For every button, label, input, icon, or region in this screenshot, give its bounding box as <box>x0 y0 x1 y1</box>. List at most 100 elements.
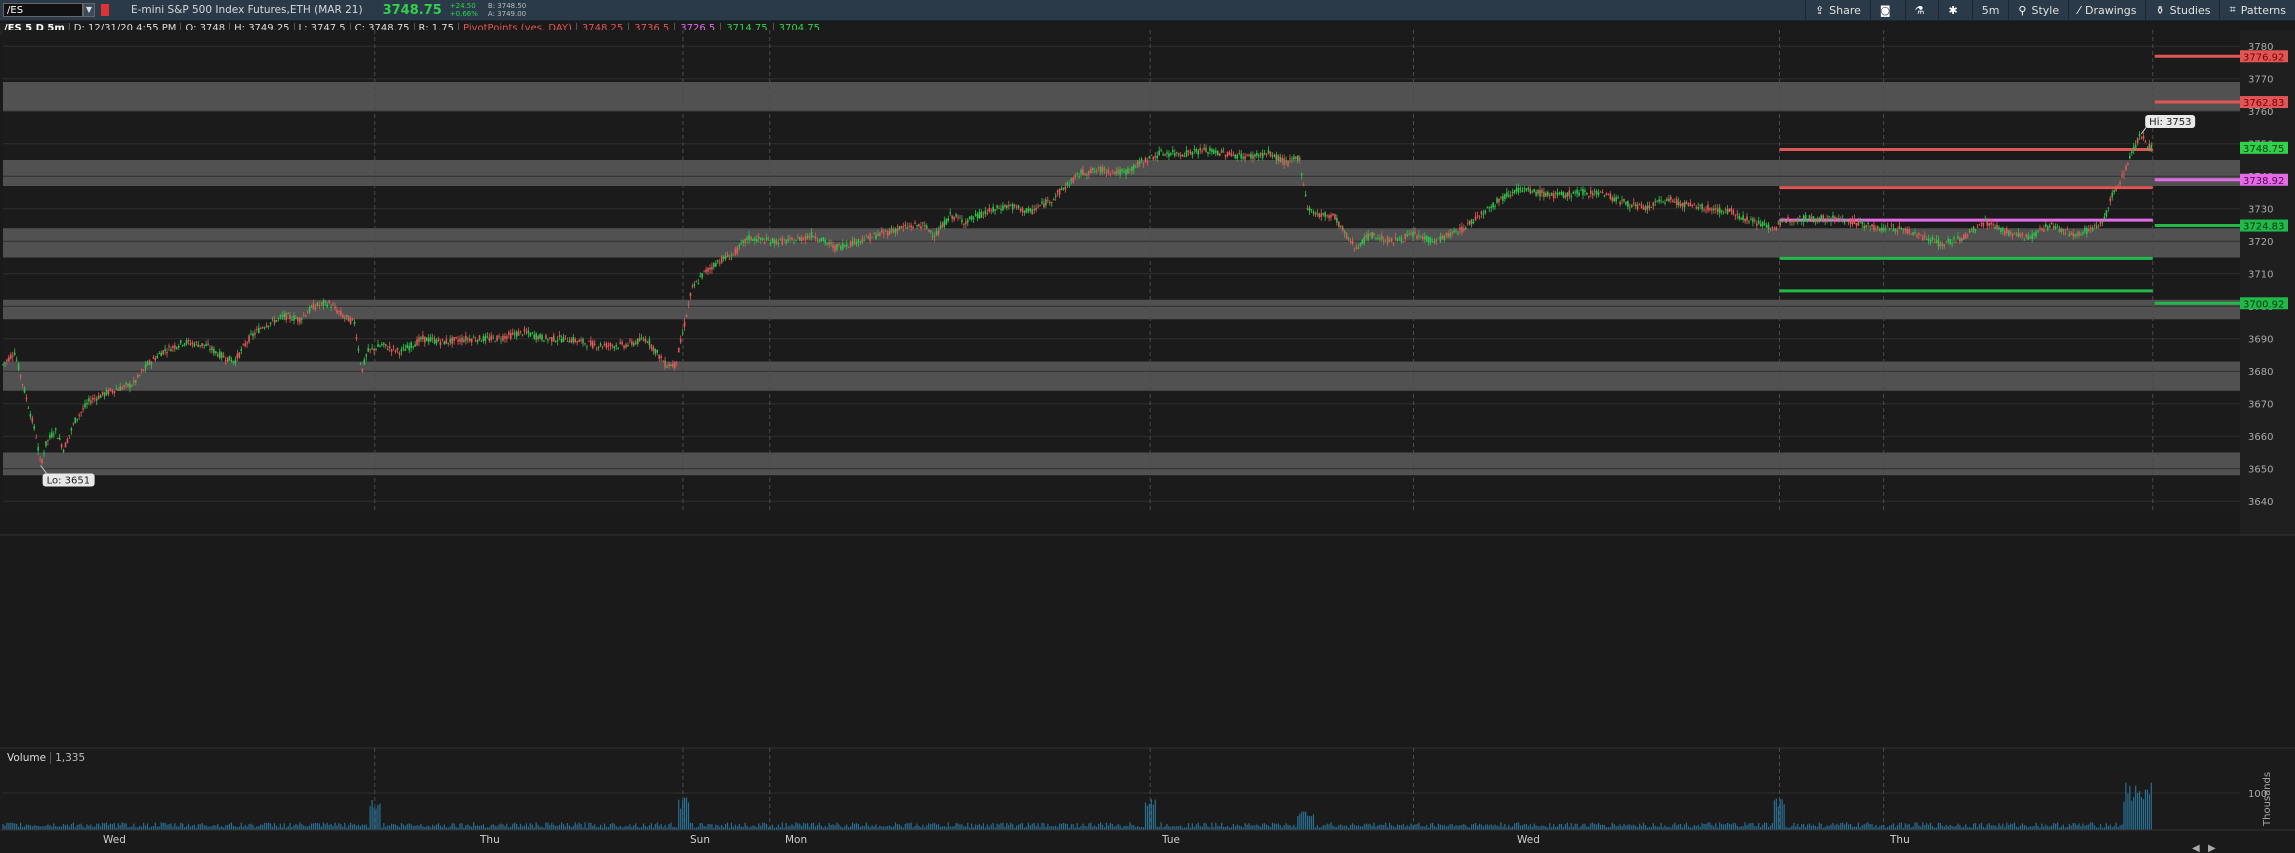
candle-body <box>1498 198 1500 203</box>
candle-body <box>1090 168 1092 173</box>
candle-body <box>1396 237 1399 241</box>
candle-body <box>1136 161 1139 167</box>
candle-body <box>1711 208 1713 211</box>
candle-body <box>1988 223 1991 226</box>
candle-body <box>66 439 69 443</box>
candle-body <box>1699 204 1701 206</box>
candle-body <box>2013 232 2016 234</box>
candle-body <box>207 343 209 345</box>
candle-body <box>6 359 8 362</box>
candle-body <box>500 339 502 341</box>
candle-body <box>302 315 305 316</box>
candle-body <box>328 300 330 304</box>
candle-body <box>2148 143 2151 151</box>
candle-body <box>1195 149 1198 152</box>
candle-body <box>841 243 844 249</box>
candle-body <box>1517 187 1520 193</box>
candle-body <box>1381 235 1383 240</box>
candle-body <box>1791 219 1793 222</box>
candle-body <box>414 344 416 347</box>
candle-body <box>1568 190 1571 196</box>
candle-body <box>611 345 614 347</box>
candle-body <box>746 237 748 240</box>
candle-body <box>74 417 77 424</box>
candle-body <box>1119 169 1121 176</box>
candle-body <box>576 341 578 343</box>
candle-body <box>267 325 270 327</box>
candle-body <box>924 224 926 227</box>
candle-body <box>453 337 455 341</box>
candle-body <box>1652 202 1655 207</box>
candle-body <box>711 266 713 270</box>
candle-body <box>258 327 260 334</box>
candle-body <box>1373 233 1375 236</box>
candle-body <box>689 292 692 297</box>
candle-body <box>1418 235 1420 236</box>
candle-body <box>465 335 467 341</box>
candle-body <box>2117 187 2119 188</box>
candle-body <box>213 348 215 354</box>
candle-body <box>2041 228 2043 230</box>
candle-body <box>1824 220 1826 222</box>
candle-body <box>64 442 67 448</box>
candle-body <box>60 444 63 448</box>
candle-body <box>1705 210 1707 212</box>
candle-body <box>1773 228 1776 230</box>
candle-body <box>1646 205 1649 210</box>
candle-body <box>1527 187 1530 190</box>
candle-body <box>1049 201 1051 204</box>
candle-body <box>1062 187 1065 190</box>
candle-body <box>246 342 248 344</box>
candle-body <box>1209 147 1211 151</box>
candle-body <box>820 238 823 242</box>
candle-body <box>896 228 899 232</box>
candle-body <box>558 335 561 337</box>
candle-body <box>203 344 205 346</box>
candle-body <box>832 244 834 248</box>
candle-body <box>322 301 325 306</box>
candle-body <box>980 211 983 218</box>
price-chart[interactable]: 3640365036603670368036903700371037203730… <box>0 0 2295 853</box>
candle-body <box>506 336 508 339</box>
candle-body <box>1453 230 1455 232</box>
candle-body <box>722 256 725 259</box>
candle-body <box>1838 218 1840 219</box>
candle-body <box>1672 200 1674 202</box>
candle-body <box>1636 204 1639 210</box>
candle-body <box>1240 153 1243 159</box>
candle-body <box>1869 225 1871 228</box>
x-day-label: Thu <box>479 834 500 846</box>
candle-body <box>779 238 782 240</box>
candle-body <box>1015 206 1018 208</box>
candle-body <box>314 306 317 309</box>
candle-body <box>1845 218 1848 220</box>
candle-body <box>1154 155 1157 158</box>
candle-body <box>1025 208 1028 213</box>
candle-body <box>701 273 703 278</box>
pivot-price-tag-label: 3738.92 <box>2243 176 2284 187</box>
candle-body <box>580 339 582 341</box>
candle-body <box>1271 155 1274 157</box>
candle-body <box>869 233 871 241</box>
candle-body <box>849 241 852 246</box>
candle-body <box>1363 237 1366 244</box>
candle-body <box>1990 222 1992 225</box>
candle-body <box>1097 167 1100 168</box>
candle-body <box>853 238 856 244</box>
candle-body <box>1490 206 1492 208</box>
candle-body <box>609 343 612 347</box>
candle-body <box>342 314 344 318</box>
candle-body <box>508 332 510 335</box>
candle-body <box>2056 226 2059 228</box>
candle-body <box>1359 243 1362 246</box>
candle-body <box>308 307 311 313</box>
candle-body <box>340 311 342 315</box>
candle-body <box>410 342 412 348</box>
candle-body <box>1847 221 1850 223</box>
candle-body <box>515 331 518 337</box>
candle-body <box>168 346 170 347</box>
candle-body <box>564 335 567 337</box>
candle-body <box>1256 152 1258 156</box>
candle-body <box>27 407 30 409</box>
candle-body <box>1185 150 1188 157</box>
